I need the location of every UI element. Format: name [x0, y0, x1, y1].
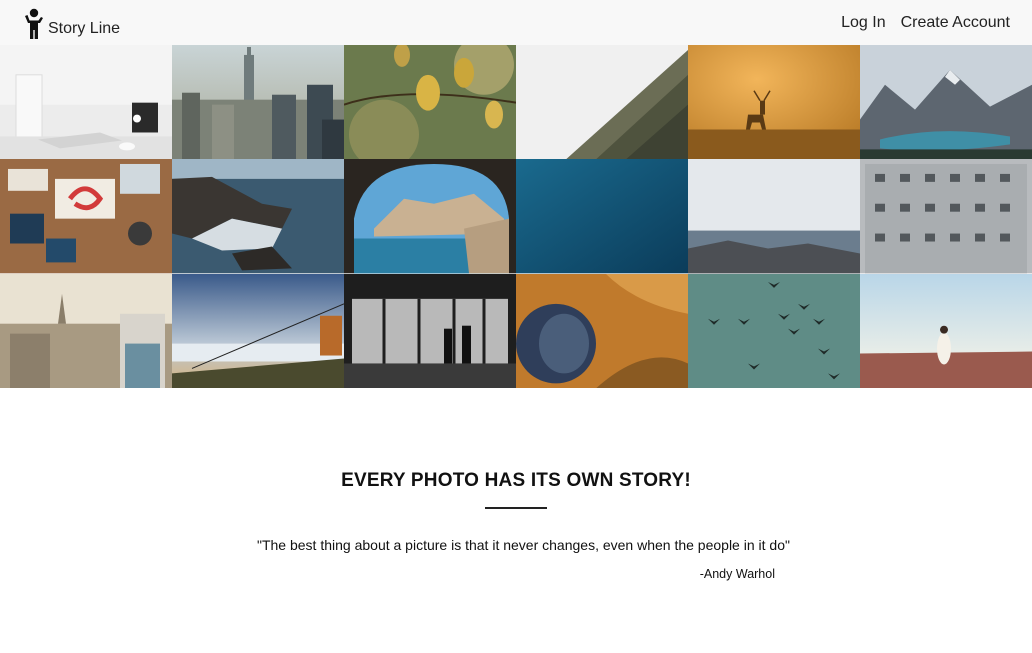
photo-tile-sea-cliffs[interactable] — [172, 159, 344, 274]
nav-links: Log In Create Account — [841, 14, 1010, 32]
photo-tile-sea-cave[interactable] — [344, 159, 516, 274]
photo-tile-deer-fog[interactable] — [688, 45, 860, 160]
photo-tile-mountain-lake[interactable] — [860, 45, 1032, 160]
photo-tile-city-skyline[interactable] — [172, 45, 344, 160]
photo-tile-birds-sky[interactable] — [688, 273, 860, 388]
photo-tile-ski-lift[interactable] — [172, 273, 344, 388]
photo-tile-misty-forest[interactable] — [516, 45, 688, 160]
navbar: Story Line Log In Create Account — [0, 0, 1032, 45]
photo-tile-design-tools[interactable] — [0, 159, 172, 274]
story-headline: EVERY PHOTO HAS ITS OWN STORY! — [341, 470, 691, 491]
quote-author: -Andy Warhol — [699, 567, 775, 581]
photo-tile-deep-water[interactable] — [516, 159, 688, 274]
story-section: EVERY PHOTO HAS ITS OWN STORY! "The best… — [0, 388, 1032, 653]
photo-tile-woman-desert[interactable] — [860, 273, 1032, 388]
photo-tile-weathered-building[interactable] — [860, 159, 1032, 274]
person-raising-arm-icon — [25, 8, 43, 39]
photo-tile-laptop-desk[interactable] — [0, 45, 172, 160]
photo-gallery — [0, 45, 1032, 388]
photo-tile-window-silhouettes[interactable] — [344, 273, 516, 388]
quote-block: "The best thing about a picture is that … — [257, 537, 790, 581]
photo-tile-town-rooftops[interactable] — [0, 273, 172, 388]
quote-text: "The best thing about a picture is that … — [257, 537, 790, 553]
login-link[interactable]: Log In — [841, 14, 885, 32]
photo-tile-rocky-coast[interactable] — [688, 159, 860, 274]
brand-link[interactable]: Story Line — [22, 5, 120, 40]
brand-name: Story Line — [48, 20, 121, 37]
create-account-link[interactable]: Create Account — [901, 14, 1010, 32]
photo-tile-orange-crater[interactable] — [516, 273, 688, 388]
headline-divider — [485, 507, 547, 509]
photo-tile-autumn-leaves[interactable] — [344, 45, 516, 160]
